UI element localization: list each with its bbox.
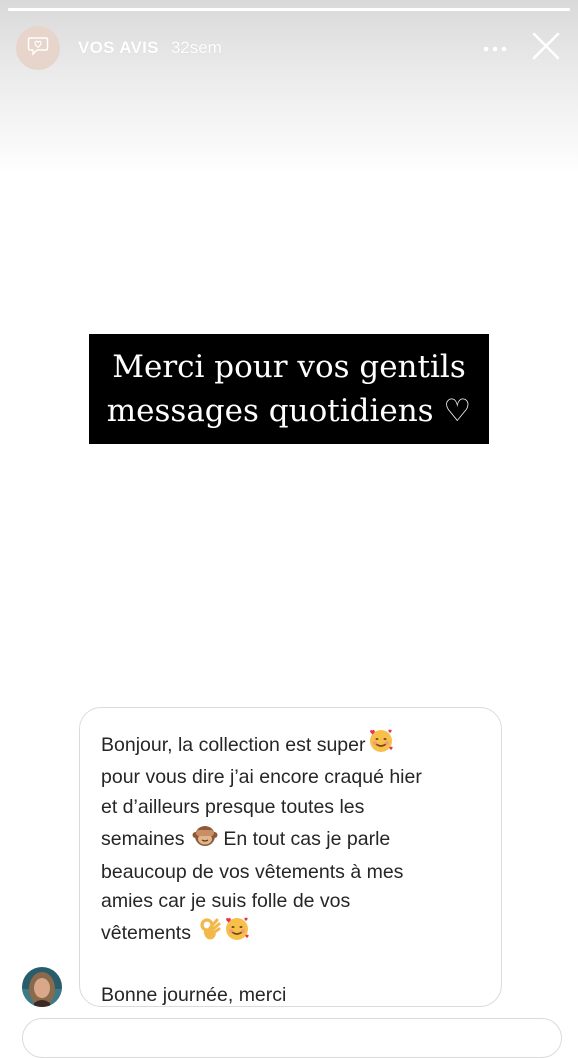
reply-line: beaucoup de vos vêtements à mes: [101, 860, 404, 883]
close-button[interactable]: [530, 32, 562, 64]
progress-segment: [8, 8, 570, 11]
story-age: 32sem: [170, 38, 222, 57]
story-avatar[interactable]: [16, 26, 60, 70]
story-header: VOS AVIS 32sem: [16, 26, 562, 70]
reply-text: En tout cas je parle: [223, 828, 391, 851]
ok-hand-icon: [198, 916, 222, 951]
reply-spacer: [101, 952, 481, 981]
headline-line-2: messages quotidiens ♡: [106, 393, 472, 429]
story-headline: Merci pour vos gentils messages quotidie…: [89, 334, 489, 444]
reply-text: Bonjour, la collection est super: [101, 734, 366, 756]
reply-line: vêtements: [101, 916, 481, 951]
reply-text: vêtements: [101, 922, 191, 945]
reply-line: amies car je suis folle de vos: [101, 890, 351, 913]
reply-line: et d’ailleurs presque toutes les: [101, 795, 365, 818]
reply-message-bubble: Bonjour, la collection est super pour vo…: [79, 707, 502, 1007]
close-icon: [532, 32, 560, 65]
smiling-face-with-hearts-icon: [368, 728, 394, 763]
headline-line-1: Merci pour vos gentils: [112, 349, 466, 385]
reply-line: pour vous dire j’ai encore craqué hier: [101, 766, 422, 789]
reply-author-avatar[interactable]: [22, 967, 62, 1007]
next-message-bubble: [22, 1018, 562, 1058]
more-horizontal-icon: [483, 39, 507, 57]
chat-heart-icon: [27, 36, 49, 61]
reply-text: semaines: [101, 828, 185, 851]
reply-line: Bonjour, la collection est super: [101, 728, 481, 763]
story-progress-bar: [8, 8, 570, 11]
see-no-evil-monkey-icon: [192, 822, 218, 857]
reply-line: Bonne journée, merci: [101, 984, 287, 1007]
reply-line: semaines En tout cas je parle: [101, 822, 481, 857]
more-options-button[interactable]: [480, 33, 510, 63]
story-title[interactable]: VOS AVIS: [78, 38, 159, 58]
smiling-face-with-hearts-icon: [224, 916, 250, 951]
